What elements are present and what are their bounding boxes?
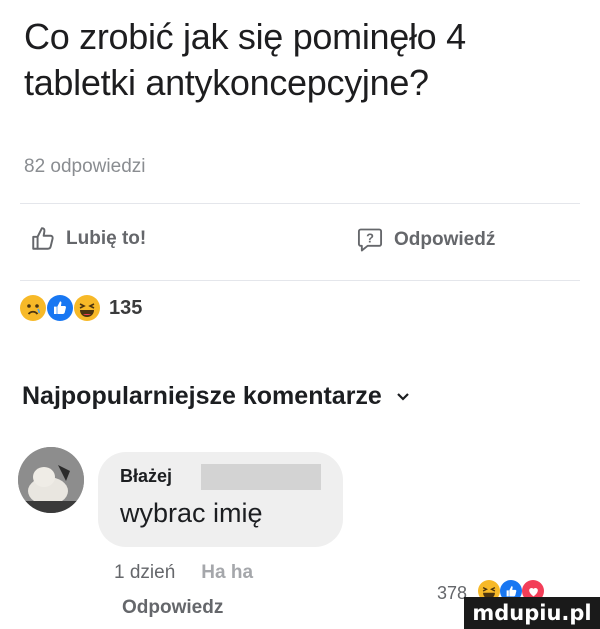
comment-time: 1 dzień [114, 562, 176, 583]
comment-bubble: Błażej wybrac imię [98, 452, 343, 547]
comment-text: wybrac imię [120, 498, 263, 528]
svg-text:?: ? [366, 230, 374, 245]
divider-bottom [20, 280, 580, 281]
question-title: Co zrobić jak się pominęło 4 tabletki an… [24, 16, 466, 103]
divider-top [20, 203, 580, 204]
like-icon [47, 295, 73, 321]
top-comments-filter[interactable]: Najpopularniejsze komentarze [22, 382, 410, 411]
comment-author[interactable]: Błażej [120, 466, 172, 487]
avatar[interactable] [18, 447, 84, 513]
comment-reaction-count[interactable]: 378 [437, 583, 467, 604]
comment-reply-button[interactable]: Odpowiedz [122, 597, 223, 619]
comment-meta: 1 dzień Ha ha [114, 562, 253, 584]
reactions-summary[interactable]: 135 [20, 295, 142, 321]
redacted-surname [201, 464, 321, 490]
reply-button[interactable]: ? Odpowiedź [356, 226, 495, 254]
sad-icon [20, 295, 46, 321]
like-button[interactable]: Lubię to! [30, 226, 146, 252]
like-label: Lubię to! [66, 228, 147, 249]
reply-label: Odpowiedź [394, 229, 496, 250]
chevron-down-icon [397, 392, 409, 401]
haha-icon [74, 295, 100, 321]
comment-haha-button[interactable]: Ha ha [201, 562, 253, 584]
question-bubble-icon: ? [357, 228, 383, 252]
thumbs-up-icon [32, 227, 54, 250]
answers-count[interactable]: 82 odpowiedzi [24, 156, 145, 178]
watermark-logo: mdupiu.pl [464, 597, 600, 629]
top-comments-title: Najpopularniejsze komentarze [22, 382, 382, 410]
reactions-count: 135 [109, 296, 143, 319]
